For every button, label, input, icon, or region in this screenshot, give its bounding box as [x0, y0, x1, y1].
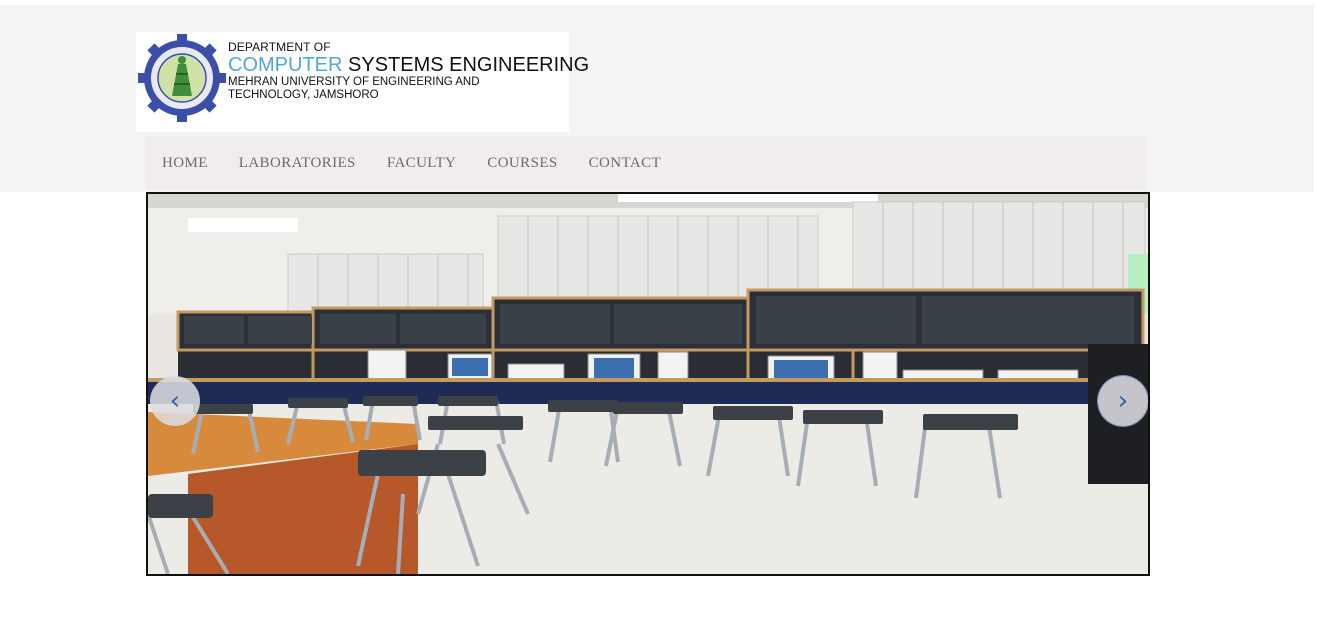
logo-title-rest: SYSTEMS ENGINEERING	[342, 54, 590, 76]
image-carousel[interactable]: ‹ ›	[146, 192, 1150, 576]
main-navbar: HOME LABORATORIES FACULTY COURSES CONTAC…	[146, 136, 1146, 190]
logo-title-accent: COMPUTER	[228, 54, 343, 76]
logo-title: COMPUTER SYSTEMS ENGINEERING	[228, 54, 589, 76]
logo-dept-line: DEPARTMENT OF	[228, 40, 331, 54]
nav-laboratories[interactable]: LABORATORIES	[239, 155, 356, 172]
logo-text-block: DEPARTMENT OF COMPUTER SYSTEMS ENGINEERI…	[228, 41, 589, 102]
university-seal-icon	[138, 34, 226, 122]
carousel-next-button[interactable]: ›	[1098, 376, 1148, 426]
logo-sub-line-1: MEHRAN UNIVERSITY OF ENGINEERING AND	[228, 76, 480, 88]
nav-courses[interactable]: COURSES	[487, 155, 557, 172]
chevron-left-icon: ‹	[169, 386, 181, 416]
nav-contact[interactable]: CONTACT	[589, 155, 661, 172]
nav-faculty[interactable]: FACULTY	[387, 155, 456, 172]
chevron-right-icon: ›	[1117, 386, 1129, 416]
logo-sub-line-2: TECHNOLOGY, JAMSHORO	[228, 89, 379, 101]
carousel-slide-lab-photo	[148, 194, 1148, 574]
carousel-prev-button[interactable]: ‹	[150, 376, 200, 426]
nav-home[interactable]: HOME	[162, 155, 208, 172]
department-logo[interactable]: DEPARTMENT OF COMPUTER SYSTEMS ENGINEERI…	[136, 32, 589, 132]
